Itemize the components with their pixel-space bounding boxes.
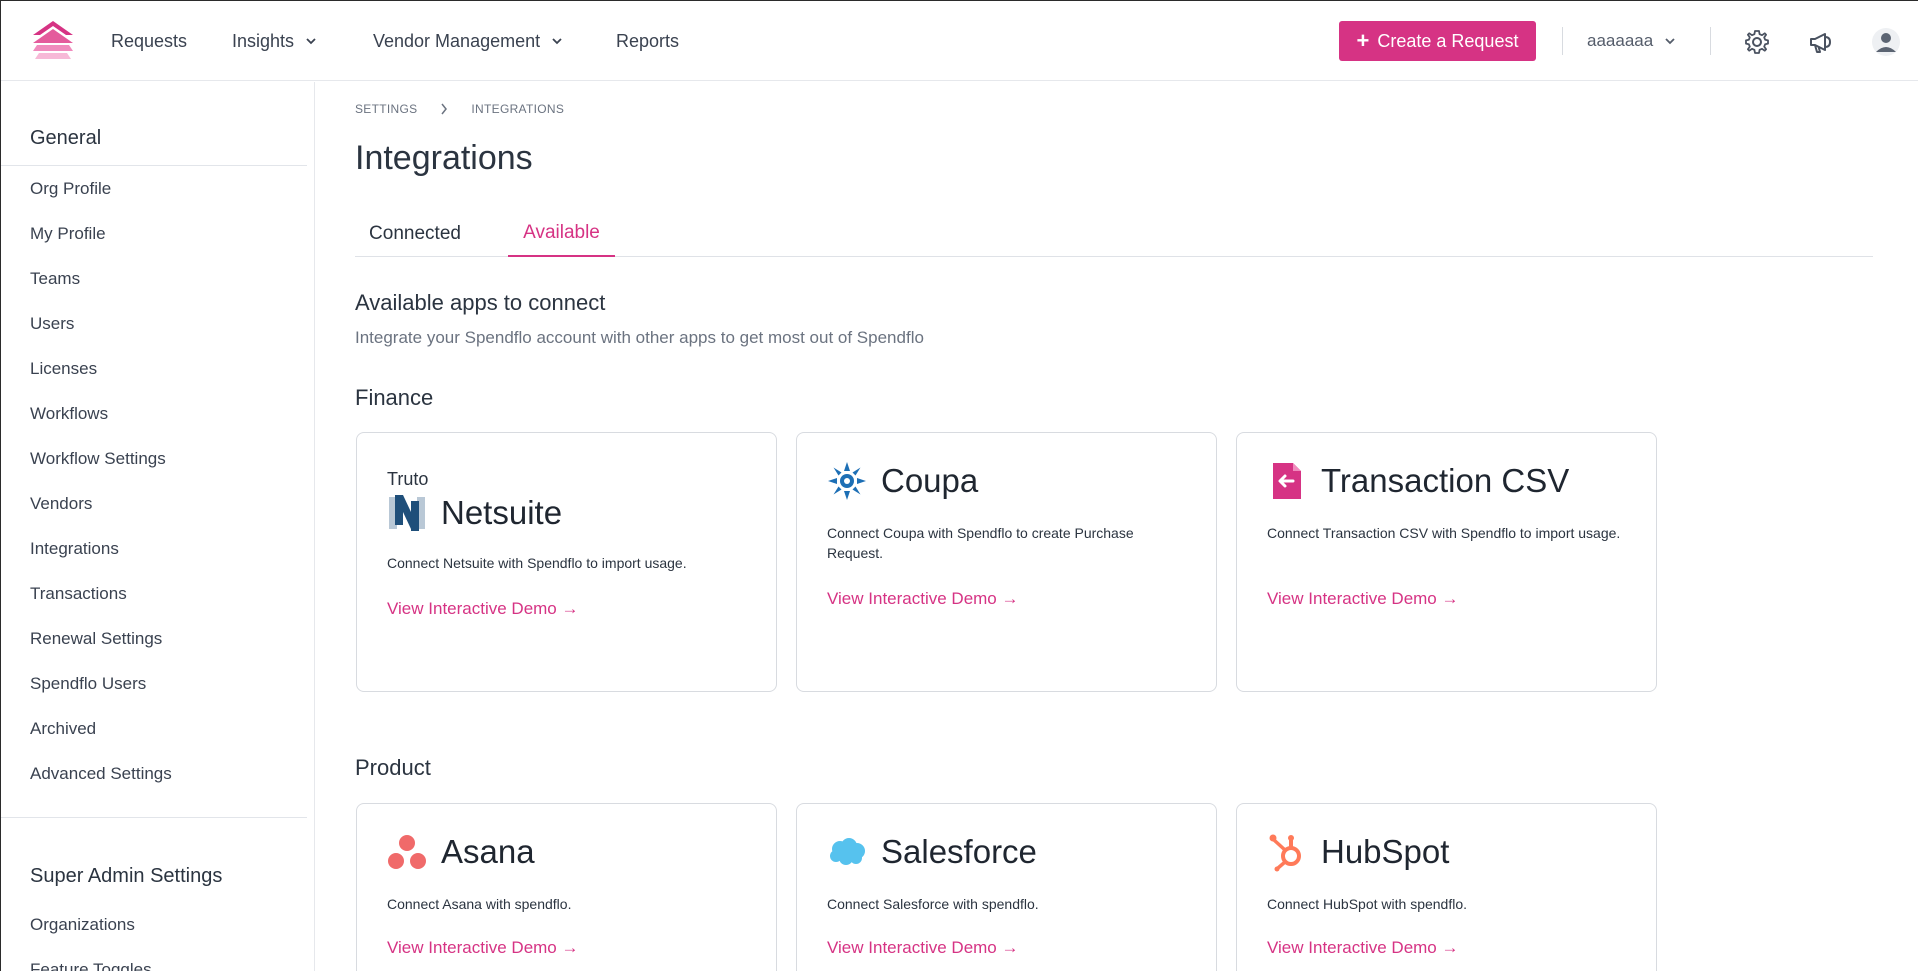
view-demo-link[interactable]: View Interactive Demo → bbox=[827, 938, 1018, 958]
nav-reports[interactable]: Reports bbox=[616, 1, 679, 81]
asana-logo-icon bbox=[388, 835, 426, 869]
sidebar-divider bbox=[1, 817, 307, 818]
integration-card-netsuite[interactable]: Truto Netsuite Connect Netsuite with Spe… bbox=[356, 432, 777, 692]
org-switcher[interactable]: aaaaaaa bbox=[1587, 1, 1677, 81]
card-header: Asana bbox=[387, 832, 535, 872]
sidebar-divider bbox=[1, 165, 307, 166]
gear-icon[interactable] bbox=[1743, 28, 1771, 56]
file-import-icon bbox=[1273, 463, 1301, 499]
chevron-down-icon bbox=[552, 38, 562, 45]
sidebar-item-transactions[interactable]: Transactions bbox=[30, 584, 127, 604]
create-request-button[interactable]: + Create a Request bbox=[1339, 21, 1536, 61]
card-header: Coupa bbox=[827, 461, 978, 501]
available-apps-heading: Available apps to connect bbox=[355, 290, 606, 315]
view-demo-link[interactable]: View Interactive Demo → bbox=[1267, 938, 1458, 958]
nav-vendor-management[interactable]: Vendor Management bbox=[373, 1, 564, 81]
sidebar-item-workflow-settings[interactable]: Workflow Settings bbox=[30, 449, 166, 469]
coupa-logo-icon bbox=[828, 462, 866, 500]
integration-card-coupa[interactable]: Coupa Connect Coupa with Spendflo to cre… bbox=[796, 432, 1217, 692]
view-demo-link[interactable]: View Interactive Demo → bbox=[827, 589, 1018, 609]
nav-insights[interactable]: Insights bbox=[232, 1, 318, 81]
sidebar-item-vendors[interactable]: Vendors bbox=[30, 494, 92, 514]
sidebar-item-teams[interactable]: Teams bbox=[30, 269, 80, 289]
sidebar-item-advanced-settings[interactable]: Advanced Settings bbox=[30, 764, 172, 784]
available-apps-subtitle: Integrate your Spendflo account with oth… bbox=[355, 328, 924, 347]
tab-connected[interactable]: Connected bbox=[355, 211, 475, 257]
integration-card-transaction-csv[interactable]: Transaction CSV Connect Transaction CSV … bbox=[1236, 432, 1657, 692]
sidebar-item-feature-toggles[interactable]: Feature Toggles bbox=[30, 960, 152, 971]
card-description: Connect Coupa with Spendflo to create Pu… bbox=[827, 525, 1134, 561]
tab-available[interactable]: Available bbox=[508, 211, 615, 257]
product-section-title: Product bbox=[355, 755, 431, 780]
hubspot-logo-icon bbox=[1269, 834, 1301, 872]
view-demo-link[interactable]: View Interactive Demo → bbox=[387, 938, 578, 958]
card-title: Salesforce bbox=[881, 833, 1037, 870]
card-description: Connect Transaction CSV with Spendflo to… bbox=[1267, 525, 1621, 541]
card-header: Transaction CSV bbox=[1267, 461, 1569, 501]
finance-section-title: Finance bbox=[355, 385, 434, 410]
nav-requests[interactable]: Requests bbox=[111, 1, 187, 81]
breadcrumb-current: INTEGRATIONS bbox=[471, 102, 565, 116]
view-demo-link[interactable]: View Interactive Demo → bbox=[1267, 589, 1458, 609]
chevron-down-icon bbox=[1665, 38, 1675, 45]
card-header: HubSpot bbox=[1267, 832, 1449, 872]
app-window: Requests Insights Vendor Management Repo… bbox=[0, 0, 1918, 971]
avatar-icon[interactable] bbox=[1871, 27, 1901, 57]
chevron-right-icon bbox=[441, 103, 448, 115]
card-description: Connect Netsuite with Spendflo to import… bbox=[387, 555, 687, 571]
spendflo-logo-icon[interactable] bbox=[33, 21, 73, 59]
integration-card-hubspot[interactable]: HubSpot Connect HubSpot with spendflo. V… bbox=[1236, 803, 1657, 971]
sidebar-item-licenses[interactable]: Licenses bbox=[30, 359, 97, 379]
card-description: Connect Asana with spendflo. bbox=[387, 896, 572, 912]
integration-card-asana[interactable]: Asana Connect Asana with spendflo. View … bbox=[356, 803, 777, 971]
sidebar-item-org-profile[interactable]: Org Profile bbox=[30, 179, 111, 199]
salesforce-logo-icon bbox=[830, 838, 865, 865]
sidebar-item-workflows[interactable]: Workflows bbox=[30, 404, 108, 424]
card-description: Connect Salesforce with spendflo. bbox=[827, 896, 1039, 912]
card-title: Netsuite bbox=[441, 494, 563, 531]
card-title: Transaction CSV bbox=[1321, 462, 1570, 499]
card-title: Coupa bbox=[881, 462, 979, 499]
settings-sidebar: General Org Profile My Profile Teams Use… bbox=[1, 82, 315, 971]
card-header: Salesforce bbox=[827, 832, 1037, 872]
sidebar-item-archived[interactable]: Archived bbox=[30, 719, 96, 739]
sidebar-item-users[interactable]: Users bbox=[30, 314, 74, 334]
chevron-down-icon bbox=[306, 38, 316, 45]
plus-icon: + bbox=[1356, 28, 1370, 53]
integration-card-salesforce[interactable]: Salesforce Connect Salesforce with spend… bbox=[796, 803, 1217, 971]
megaphone-icon[interactable] bbox=[1807, 28, 1835, 56]
top-navigation-bar: Requests Insights Vendor Management Repo… bbox=[1, 1, 1918, 81]
sidebar-item-renewal-settings[interactable]: Renewal Settings bbox=[30, 629, 162, 649]
header-divider bbox=[1562, 27, 1563, 55]
card-description: Connect HubSpot with spendflo. bbox=[1267, 896, 1468, 912]
breadcrumb-settings-link[interactable]: SETTINGS bbox=[355, 102, 417, 116]
integration-tabs: Connected Available bbox=[355, 211, 1873, 257]
sidebar-section-general: General bbox=[30, 127, 102, 149]
sidebar-item-organizations[interactable]: Organizations bbox=[30, 915, 135, 935]
sidebar-item-my-profile[interactable]: My Profile bbox=[30, 224, 106, 244]
sidebar-section-super-admin: Super Admin Settings bbox=[30, 865, 223, 887]
card-title: HubSpot bbox=[1321, 833, 1450, 870]
breadcrumb: SETTINGS INTEGRATIONS bbox=[355, 102, 564, 116]
view-demo-link[interactable]: View Interactive Demo → bbox=[387, 599, 578, 619]
header-divider bbox=[1710, 27, 1711, 55]
card-header: Netsuite bbox=[387, 493, 562, 533]
card-title: Asana bbox=[441, 833, 535, 870]
netsuite-logo-icon bbox=[387, 493, 427, 533]
sidebar-item-integrations[interactable]: Integrations bbox=[30, 539, 119, 559]
card-provider-label: Truto bbox=[387, 469, 429, 489]
sidebar-item-spendflo-users[interactable]: Spendflo Users bbox=[30, 674, 146, 694]
page-title: Integrations bbox=[355, 139, 533, 177]
